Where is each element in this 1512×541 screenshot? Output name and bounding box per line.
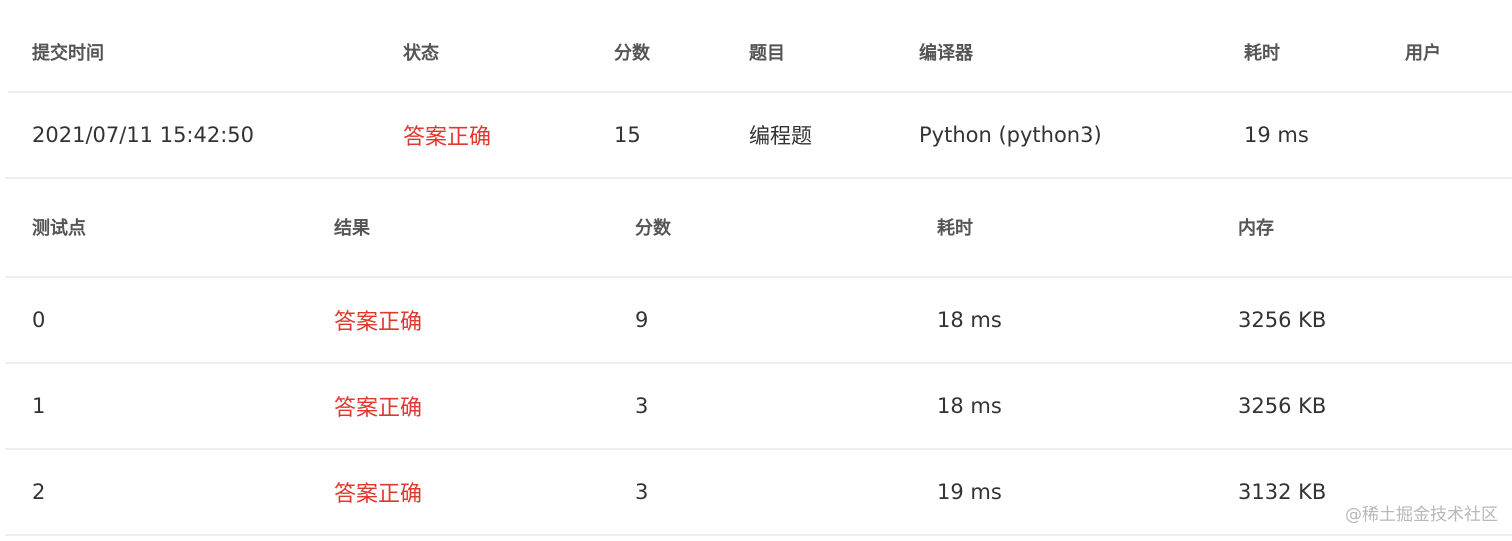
testpoint-elapsed: 18 ms <box>937 308 1002 332</box>
header-testpoint-elapsed: 耗时 <box>937 218 973 239</box>
header-status: 状态 <box>403 43 439 64</box>
header-memory: 内存 <box>1238 218 1274 239</box>
header-score: 分数 <box>614 43 650 64</box>
submission-compiler: Python (python3) <box>919 123 1102 147</box>
table-row: 1 答案正确 3 18 ms 3256 KB <box>8 364 1512 448</box>
testpoint-result: 答案正确 <box>334 482 423 507</box>
submission-problem[interactable]: 编程题 <box>749 93 812 177</box>
submission-time: 2021/07/11 15:42:50 <box>32 123 255 147</box>
submission-row: 2021/07/11 15:42:50 答案正确 15 编程题 Python (… <box>8 93 1512 177</box>
testpoint-memory: 3256 KB <box>1238 394 1327 418</box>
header-user: 用户 <box>1405 43 1441 64</box>
testpoint-id: 2 <box>32 480 46 504</box>
testpoint-table-header: 测试点 结果 分数 耗时 内存 <box>8 179 1512 275</box>
submission-result-page: 提交时间 状态 分数 题目 编译器 耗时 用户 2021/07/11 15:42… <box>0 0 1512 541</box>
testpoint-result: 答案正确 <box>334 310 423 335</box>
testpoint-elapsed: 19 ms <box>937 480 1002 504</box>
divider <box>5 534 1512 536</box>
testpoint-elapsed: 18 ms <box>937 394 1002 418</box>
table-row: 0 答案正确 9 18 ms 3256 KB <box>8 278 1512 362</box>
testpoint-result: 答案正确 <box>334 396 423 421</box>
watermark: @稀土掘金技术社区 <box>1345 505 1498 525</box>
testpoint-memory: 3256 KB <box>1238 308 1327 332</box>
header-testpoint: 测试点 <box>32 218 86 239</box>
submission-score: 15 <box>614 123 641 147</box>
header-testpoint-score: 分数 <box>635 218 671 239</box>
testpoint-score: 9 <box>635 308 649 332</box>
submission-status[interactable]: 答案正确 <box>403 93 491 177</box>
testpoint-score: 3 <box>635 394 649 418</box>
submission-elapsed: 19 ms <box>1244 123 1309 147</box>
header-compiler: 编译器 <box>919 43 973 64</box>
header-problem: 题目 <box>749 43 785 64</box>
table-row: 2 答案正确 3 19 ms 3132 KB <box>8 450 1512 534</box>
testpoint-id: 1 <box>32 394 46 418</box>
header-elapsed: 耗时 <box>1244 43 1280 64</box>
testpoint-id: 0 <box>32 308 46 332</box>
header-submit-time: 提交时间 <box>32 43 104 64</box>
submission-table-header: 提交时间 状态 分数 题目 编译器 耗时 用户 <box>8 14 1512 90</box>
header-result: 结果 <box>334 218 370 239</box>
testpoint-memory: 3132 KB <box>1238 480 1327 504</box>
testpoint-score: 3 <box>635 480 649 504</box>
